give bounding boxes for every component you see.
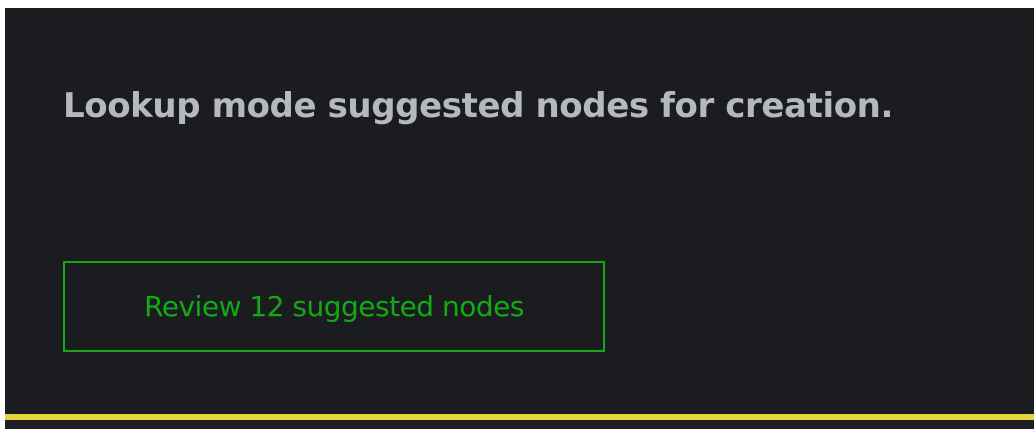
suggestion-message: Lookup mode suggested nodes for creation…: [63, 86, 893, 126]
suggestion-panel: Lookup mode suggested nodes for creation…: [5, 8, 1034, 429]
bottom-strip: [5, 420, 1034, 429]
review-suggested-nodes-button[interactable]: Review 12 suggested nodes: [63, 261, 605, 352]
